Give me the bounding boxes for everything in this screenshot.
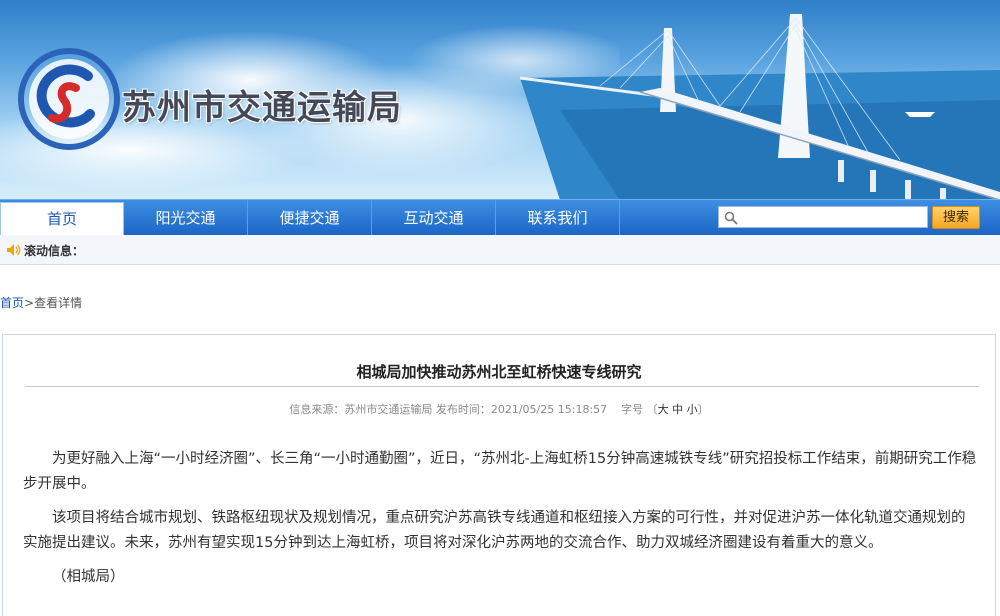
nav-item-sunshine-traffic[interactable]: 阳光交通 <box>124 200 248 236</box>
article-author: （相城局） <box>52 569 125 585</box>
scroll-info-label: 滚动信息： <box>24 244 85 258</box>
article-panel: 相城局加快推动苏州北至虹桥快速专线研究 信息来源：苏州市交通运输局 发布时间：2… <box>2 334 996 616</box>
article-paragraph: 该项目将结合城市规划、铁路枢纽现状及规划情况，重点研究沪苏高铁专线通道和枢纽接入… <box>23 510 966 551</box>
bureau-logo <box>18 48 120 150</box>
search-button[interactable]: 搜索 <box>932 206 980 229</box>
title-divider <box>25 386 979 387</box>
date-label: 发布时间： <box>435 403 491 416</box>
font-size-small-button[interactable]: 小 <box>687 403 698 416</box>
breadcrumb: 首页>查看详情 <box>0 294 82 311</box>
source-label: 信息来源： <box>289 403 345 416</box>
source-value: 苏州市交通运输局 <box>344 403 433 416</box>
nav-item-contact-us[interactable]: 联系我们 <box>496 200 620 236</box>
bracket-open: 〔 <box>646 403 658 416</box>
nav-item-convenient-traffic[interactable]: 便捷交通 <box>248 200 372 236</box>
article-body: 为更好融入上海“一小时经济圈”、长三角“一小时通勤圈”，近日，“苏州北-上海虹桥… <box>23 447 979 599</box>
breadcrumb-current: 查看详情 <box>34 296 83 310</box>
font-size-large-button[interactable]: 大 <box>658 403 669 416</box>
font-size-medium-button[interactable]: 中 <box>672 403 683 416</box>
date-value: 2021/05/25 15:18:57 <box>490 403 608 416</box>
breadcrumb-home-link[interactable]: 首页 <box>0 296 24 310</box>
search-box <box>718 206 928 228</box>
nav-item-interactive-traffic[interactable]: 互动交通 <box>372 200 496 236</box>
search-input[interactable] <box>741 207 925 227</box>
speaker-icon <box>7 244 21 256</box>
bracket-close: 〕 <box>697 403 709 416</box>
nav-item-home[interactable]: 首页 <box>0 202 124 236</box>
article-meta: 信息来源：苏州市交通运输局 发布时间：2021/05/25 15:18:57 字… <box>3 401 995 417</box>
breadcrumb-separator: > <box>24 296 35 310</box>
article-paragraph: 为更好融入上海“一小时经济圈”、长三角“一小时通勤圈”，近日，“苏州北-上海虹桥… <box>23 451 977 492</box>
header-banner: 苏州市交通运输局 <box>0 0 1000 200</box>
search-icon <box>724 211 738 225</box>
scroll-info-bar: 滚动信息： <box>0 235 1000 265</box>
font-size-label: 字号 <box>621 403 644 416</box>
site-title: 苏州市交通运输局 <box>122 88 402 128</box>
article-title: 相城局加快推动苏州北至虹桥快速专线研究 <box>356 363 642 381</box>
